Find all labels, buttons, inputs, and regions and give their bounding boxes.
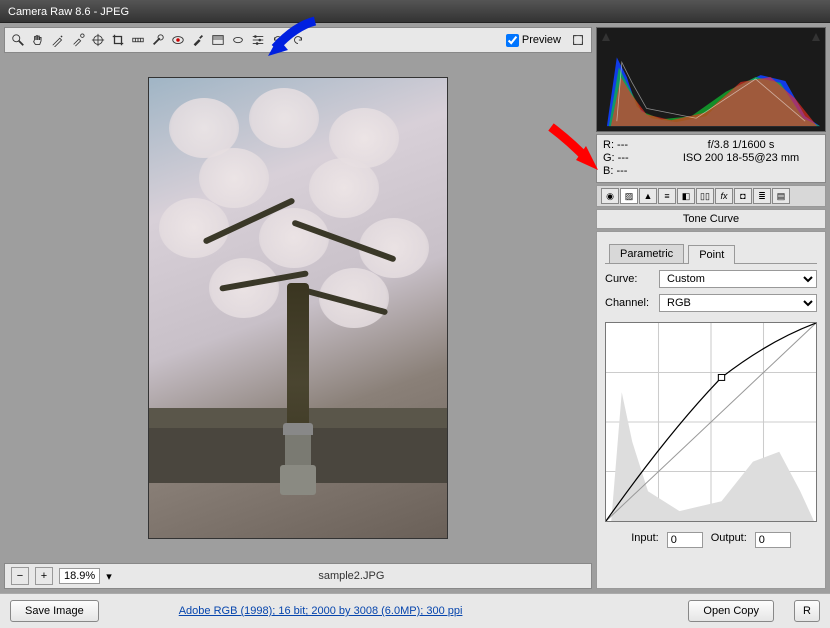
curve-label: Curve: [605,273,653,285]
open-copy-button[interactable]: Open Copy [688,600,774,622]
white-balance-icon[interactable] [49,31,67,49]
basic-icon[interactable]: ◉ [601,188,619,204]
preview-checkbox[interactable] [506,34,519,47]
tab-point[interactable]: Point [688,245,735,264]
color-sampler-icon[interactable] [69,31,87,49]
straighten-icon[interactable] [129,31,147,49]
zoom-dropdown-icon[interactable]: ▾ [106,570,112,583]
zoom-in-icon[interactable]: + [35,567,53,585]
curve-editor[interactable] [605,322,817,522]
channel-label: Channel: [605,297,653,309]
spot-removal-icon[interactable] [149,31,167,49]
zoom-level[interactable]: 18.9% [59,568,100,584]
reset-button[interactable]: R [794,600,820,622]
lens-icon[interactable]: ▯▯ [696,188,714,204]
split-tone-icon[interactable]: ◧ [677,188,695,204]
annotation-blue-arrow [260,16,320,61]
input-field[interactable] [667,532,703,548]
detail-icon[interactable]: ▲ [639,188,657,204]
output-field[interactable] [755,532,791,548]
filename-label: sample2.JPG [118,570,585,582]
curve-select[interactable]: Custom [659,270,817,288]
preview-image [148,77,448,539]
tab-parametric[interactable]: Parametric [609,244,684,263]
footer-bar: Save Image Adobe RGB (1998); 16 bit; 200… [0,593,830,628]
input-label: Input: [631,532,659,548]
zoom-out-icon[interactable]: − [11,567,29,585]
radial-filter-icon[interactable] [229,31,247,49]
workflow-options-link[interactable]: Adobe RGB (1998); 16 bit; 2000 by 3008 (… [179,605,463,617]
curve-io-row: Input: Output: [605,528,817,548]
curve-subtabs: Parametric Point [605,240,817,264]
channel-select[interactable]: RGB [659,294,817,312]
camera-cal-icon[interactable]: ◘ [734,188,752,204]
preview-checkbox-label[interactable]: Preview [506,34,561,47]
output-label: Output: [711,532,747,548]
crop-icon[interactable] [109,31,127,49]
panel-title: Tone Curve [596,209,826,229]
readout-b: B: --- [603,165,663,178]
effects-icon[interactable]: fx [715,188,733,204]
exif-line1: f/3.8 1/1600 s [663,139,819,152]
annotation-red-arrow [546,122,606,177]
redeye-icon[interactable] [169,31,187,49]
window-titlebar: Camera Raw 8.6 - JPEG [0,0,830,23]
window-title: Camera Raw 8.6 - JPEG [8,6,129,18]
histogram-panel[interactable] [596,27,826,132]
preview-label-text: Preview [522,34,561,46]
adjustment-panel-tabs: ◉ ▨ ▲ ≡ ◧ ▯▯ fx ◘ ≣ ▤ [596,185,826,207]
image-preview-area[interactable] [4,53,592,563]
highlight-clip-icon[interactable] [811,32,821,42]
zoom-bar: − + 18.9% ▾ sample2.JPG [4,563,592,589]
exif-line2: ISO 200 18-55@23 mm [663,152,819,165]
presets-icon[interactable]: ≣ [753,188,771,204]
zoom-icon[interactable] [9,31,27,49]
fullscreen-icon[interactable] [569,31,587,49]
adjustment-brush-icon[interactable] [189,31,207,49]
top-toolbar: Preview [4,27,592,53]
readout-r: R: --- [603,139,663,152]
hand-icon[interactable] [29,31,47,49]
snapshots-icon[interactable]: ▤ [772,188,790,204]
info-readout: R: --- G: --- B: --- f/3.8 1/1600 s ISO … [596,134,826,183]
graduated-filter-icon[interactable] [209,31,227,49]
save-image-button[interactable]: Save Image [10,600,99,622]
readout-g: G: --- [603,152,663,165]
hsl-icon[interactable]: ≡ [658,188,676,204]
tone-curve-icon[interactable]: ▨ [620,188,638,204]
shadow-clip-icon[interactable] [601,32,611,42]
target-adjust-icon[interactable] [89,31,107,49]
